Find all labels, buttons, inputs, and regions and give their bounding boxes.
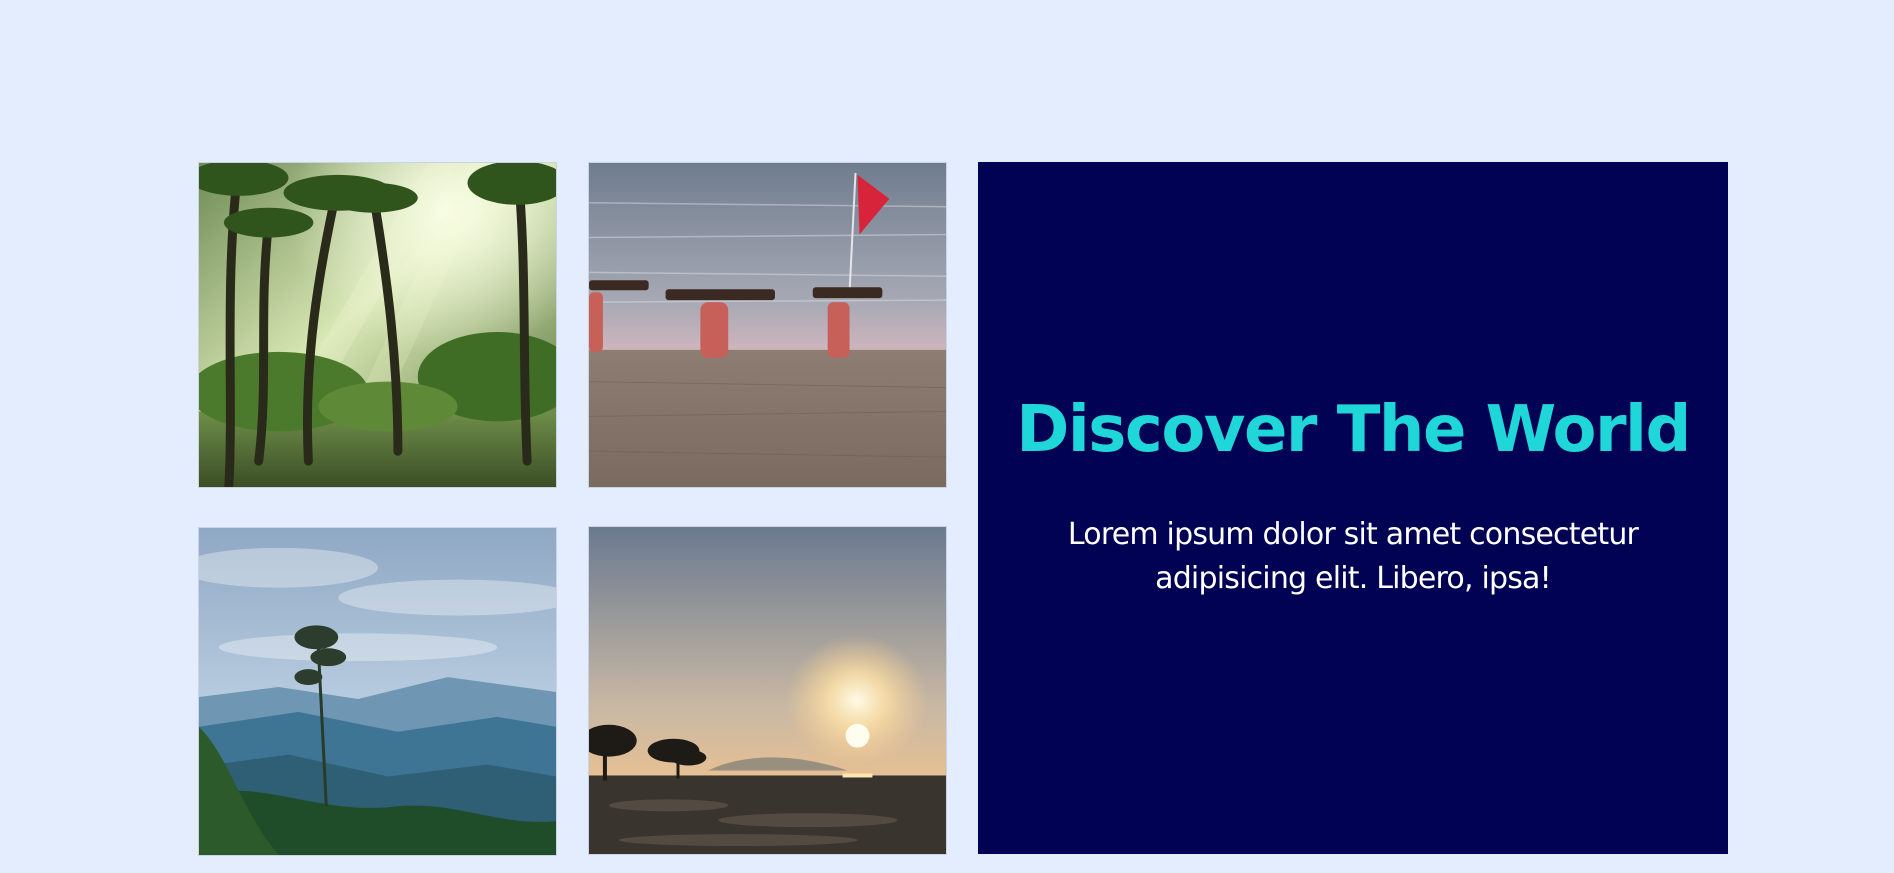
gallery-image-jungle [198, 162, 557, 488]
hero-description: Lorem ipsum dolor sit amet consectetur a… [1067, 517, 1639, 596]
jungle-photo-graphic [199, 163, 556, 487]
mountain-photo-graphic [199, 528, 556, 855]
hero-panel: Discover The World Lorem ipsum dolor sit… [978, 162, 1728, 854]
sunset-photo-graphic [589, 527, 946, 854]
beach-photo-graphic [589, 163, 946, 487]
gallery-image-sunset [588, 526, 947, 855]
hero-title: Discover The World [1016, 393, 1691, 467]
gallery-image-beach [588, 162, 947, 488]
gallery-image-mountain [198, 527, 557, 856]
